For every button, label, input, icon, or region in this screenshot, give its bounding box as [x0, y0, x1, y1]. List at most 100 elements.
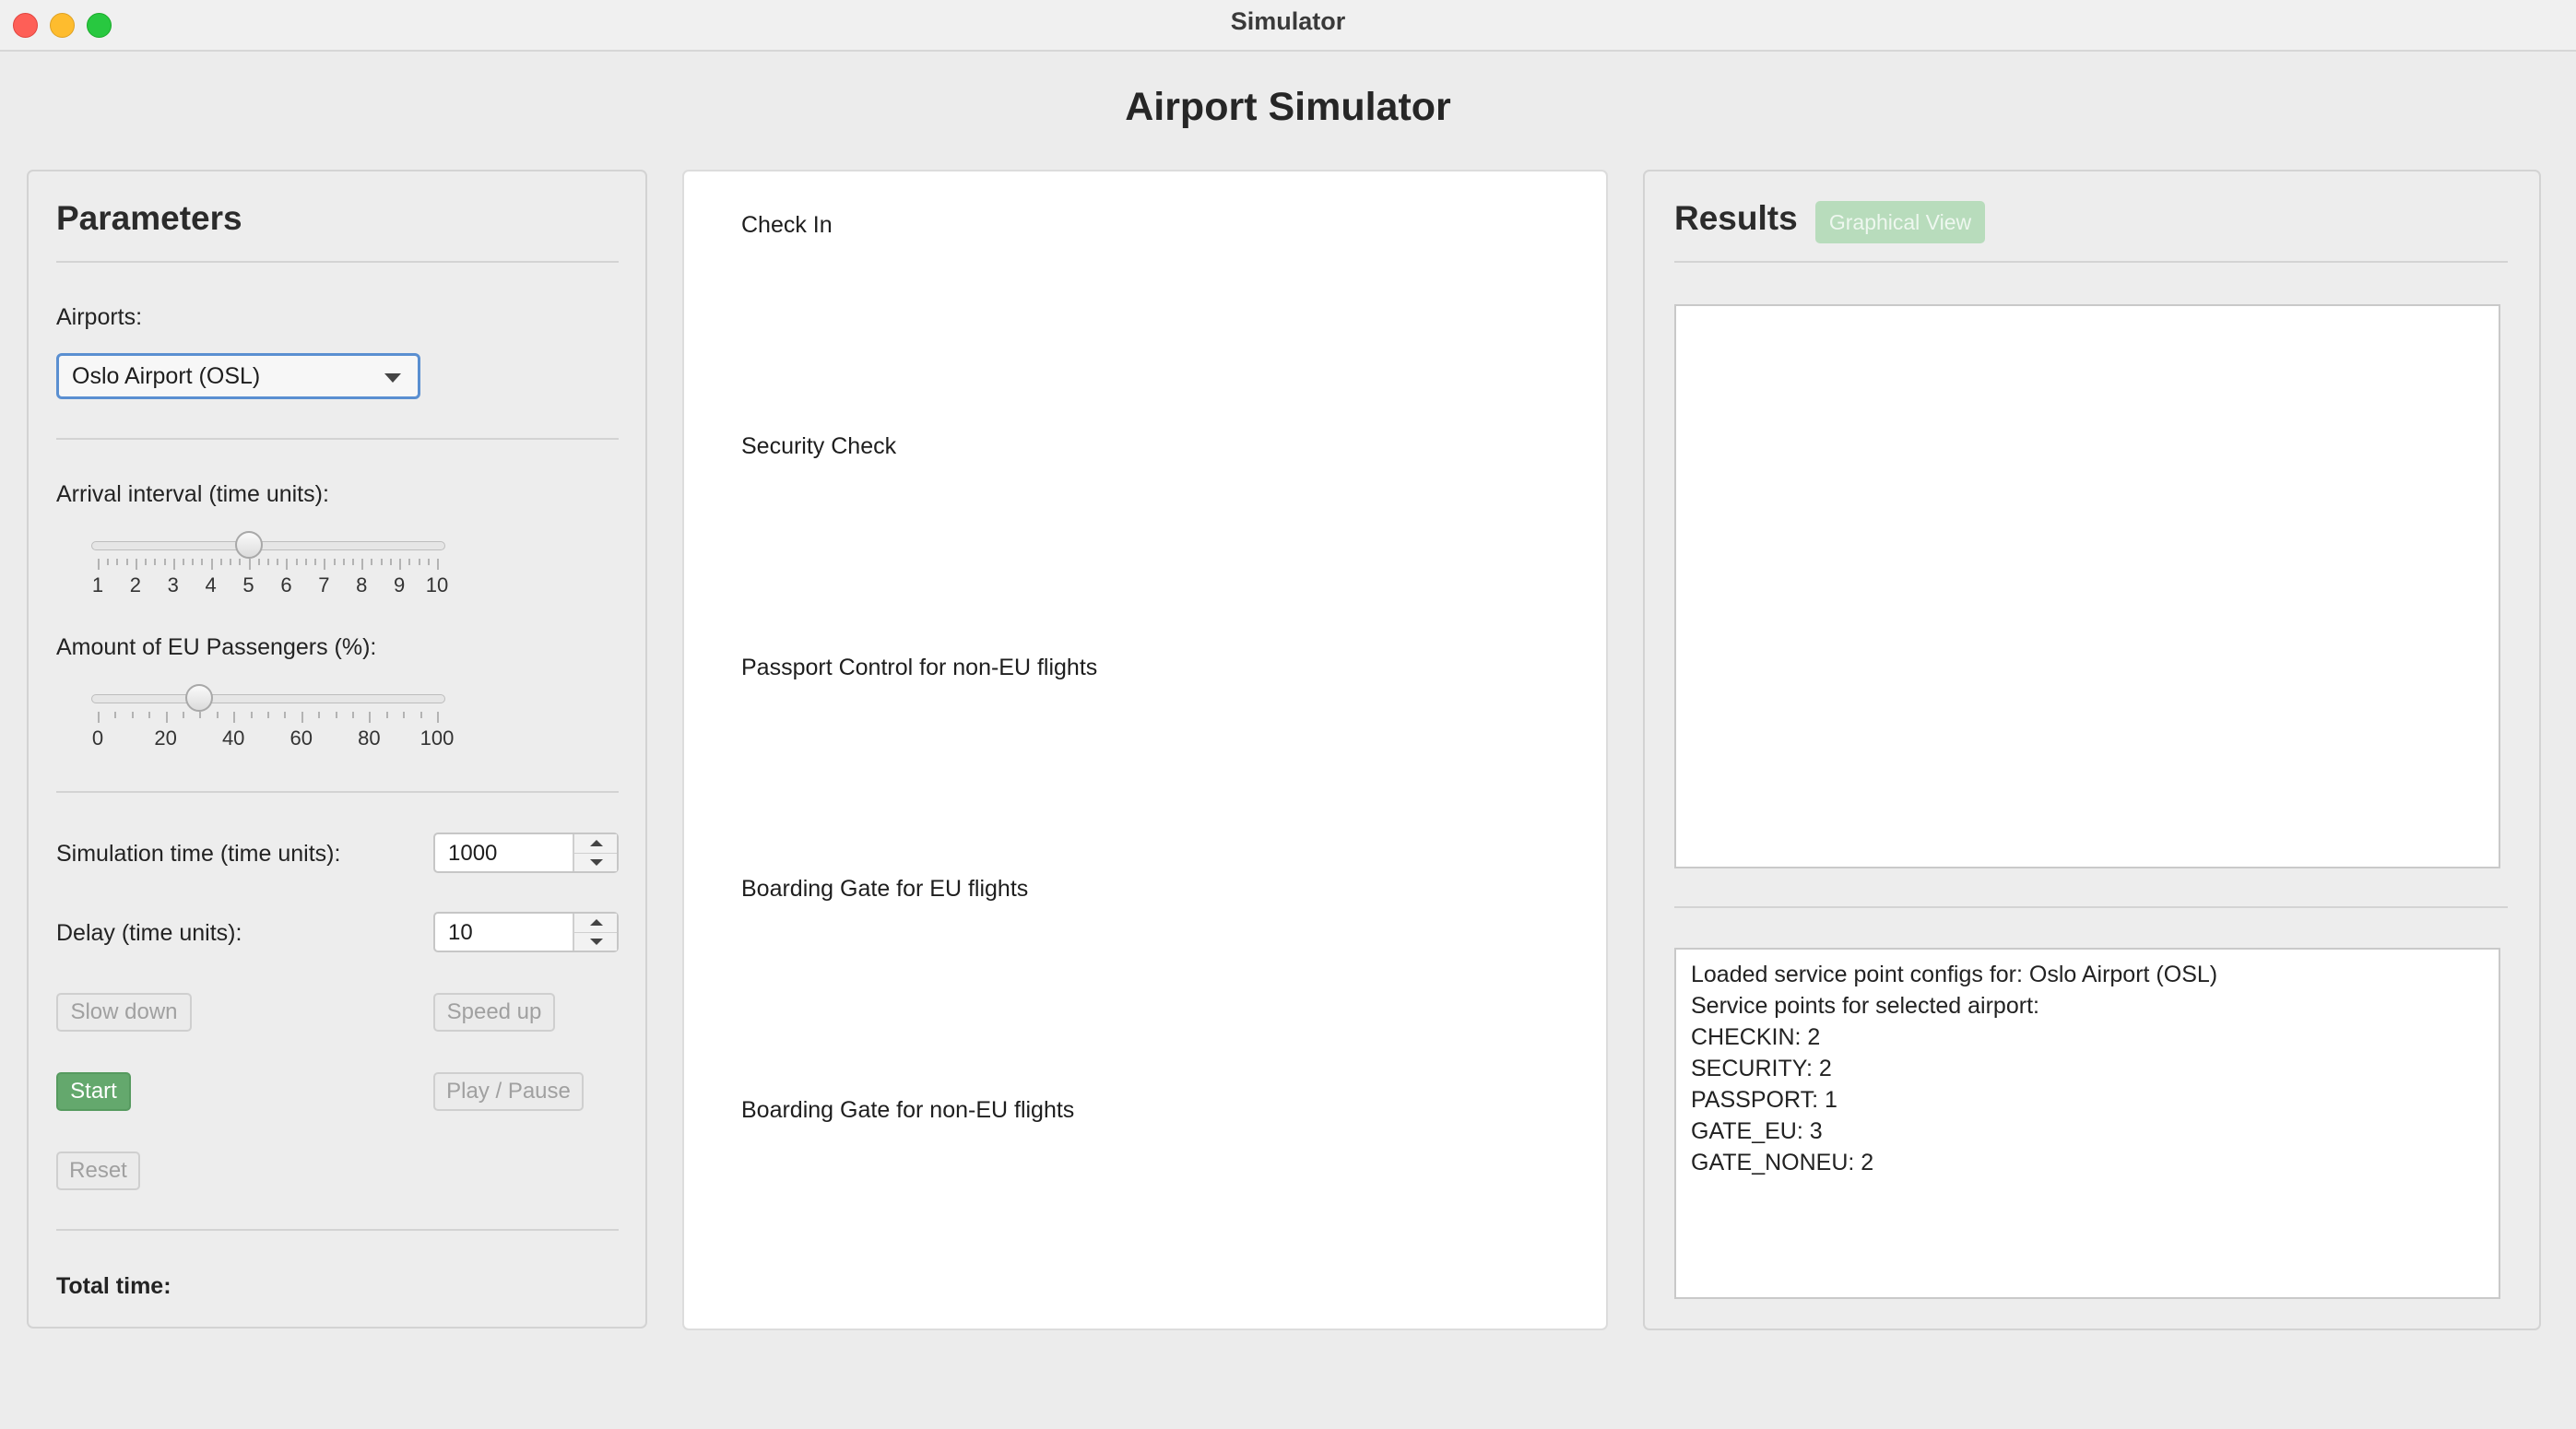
chevron-down-icon: [384, 373, 401, 383]
stage-security-check: Security Check: [741, 433, 897, 459]
increment-arrow-icon[interactable]: [574, 834, 617, 853]
simulation-view-panel: Check In Security Check Passport Control…: [682, 170, 1608, 1330]
slider-minor-tick: [427, 559, 430, 565]
divider: [1674, 906, 2508, 908]
slider-thumb[interactable]: [185, 684, 214, 712]
slider-major-tick: [248, 559, 251, 570]
decrement-arrow-icon[interactable]: [574, 932, 617, 951]
slider-minor-tick: [230, 559, 232, 565]
slider-minor-tick: [403, 712, 406, 718]
airports-label: Airports:: [56, 304, 143, 330]
airport-select-value: Oslo Airport (OSL): [72, 363, 261, 389]
log-line: PASSPORT: 1: [1691, 1087, 1837, 1113]
stage-passport-control: Passport Control for non-EU flights: [741, 655, 1098, 680]
slider-minor-tick: [201, 559, 204, 565]
eu-passengers-slider[interactable]: 0 20 40 60 80 100: [56, 675, 462, 750]
log-line: GATE_EU: 3: [1691, 1118, 1823, 1144]
slider-major-tick: [98, 712, 100, 723]
parameters-title: Parameters: [56, 199, 242, 237]
log-line: Service points for selected airport:: [1691, 993, 2039, 1019]
graphical-view-button[interactable]: Graphical View: [1815, 201, 1985, 243]
stage-gate-eu: Boarding Gate for EU flights: [741, 876, 1029, 902]
arrival-interval-slider[interactable]: 1 2 3 4 5 6 7 8 9 10: [56, 522, 462, 596]
slider-minor-tick: [219, 559, 222, 565]
slider-tick-label: 0: [91, 726, 104, 750]
slider-tick-label: 40: [221, 726, 245, 750]
slider-minor-tick: [257, 559, 260, 565]
slider-minor-tick: [192, 559, 195, 565]
slider-tick-label: 60: [290, 726, 313, 750]
slider-minor-tick: [418, 559, 420, 565]
slider-minor-tick: [352, 712, 354, 718]
slider-minor-tick: [107, 559, 110, 565]
slider-minor-tick: [131, 712, 134, 718]
slider-minor-tick: [371, 559, 373, 565]
slider-minor-tick: [408, 559, 411, 565]
play-pause-button[interactable]: Play / Pause: [433, 1072, 584, 1111]
slider-minor-tick: [267, 559, 269, 565]
results-title: Results: [1674, 199, 1798, 237]
slider-minor-tick: [183, 712, 184, 718]
decrement-arrow-icon[interactable]: [574, 853, 617, 872]
slider-minor-tick: [116, 559, 119, 565]
slider-major-tick: [361, 559, 364, 570]
slider-minor-tick: [419, 712, 422, 718]
log-text-area[interactable]: Loaded service point configs for: Oslo A…: [1674, 948, 2500, 1299]
slider-major-tick: [324, 559, 326, 570]
slider-minor-tick: [389, 559, 392, 565]
slider-major-tick: [437, 712, 439, 723]
simulation-time-input[interactable]: 1000: [448, 841, 497, 867]
slider-minor-tick: [352, 559, 354, 565]
simulation-time-label: Simulation time (time units):: [56, 841, 341, 867]
slider-minor-tick: [284, 712, 287, 718]
slider-minor-tick: [304, 559, 307, 565]
slider-major-tick: [399, 559, 402, 570]
results-panel: Results Graphical View Loaded service po…: [1643, 170, 2541, 1330]
slider-major-tick: [172, 559, 175, 570]
slider-major-tick: [437, 559, 439, 570]
slider-minor-tick: [114, 712, 117, 718]
divider: [56, 261, 619, 263]
slider-minor-tick: [333, 559, 336, 565]
slider-minor-tick: [145, 559, 148, 565]
slider-minor-tick: [239, 559, 242, 565]
slider-major-tick: [135, 559, 137, 570]
speed-up-button[interactable]: Speed up: [433, 993, 555, 1032]
slider-major-tick: [233, 712, 236, 723]
slider-minor-tick: [335, 712, 337, 718]
slow-down-button[interactable]: Slow down: [56, 993, 192, 1032]
slider-tick-label: 10: [425, 573, 449, 596]
slider-minor-tick: [380, 559, 383, 565]
divider: [56, 1229, 619, 1231]
divider: [1674, 261, 2508, 263]
slider-minor-tick: [318, 712, 321, 718]
stage-check-in: Check In: [741, 212, 833, 238]
slider-thumb[interactable]: [234, 531, 263, 559]
airport-select[interactable]: Oslo Airport (OSL): [56, 353, 420, 399]
slider-track[interactable]: [91, 541, 445, 550]
slider-minor-tick: [385, 712, 388, 718]
simulation-time-spinner[interactable]: 1000: [433, 833, 619, 873]
eu-passengers-label: Amount of EU Passengers (%):: [56, 634, 377, 660]
delay-spinner[interactable]: 10: [433, 912, 619, 952]
results-output-area: [1674, 304, 2500, 868]
slider-major-tick: [369, 712, 372, 723]
log-line: SECURITY: 2: [1691, 1056, 1832, 1081]
slider-tick-label: 100: [419, 726, 455, 750]
slider-major-tick: [210, 559, 213, 570]
slider-major-tick: [301, 712, 303, 723]
slider-track[interactable]: [91, 694, 445, 703]
slider-minor-tick: [342, 559, 345, 565]
spinner-buttons: [573, 914, 617, 951]
arrival-interval-label: Arrival interval (time units):: [56, 481, 329, 507]
delay-input[interactable]: 10: [448, 920, 473, 946]
increment-arrow-icon[interactable]: [574, 914, 617, 932]
stage-gate-non-eu: Boarding Gate for non-EU flights: [741, 1097, 1075, 1123]
log-line: GATE_NONEU: 2: [1691, 1150, 1874, 1175]
slider-major-tick: [165, 712, 168, 723]
divider: [56, 791, 619, 793]
log-line: Loaded service point configs for: Oslo A…: [1691, 962, 2218, 987]
slider-minor-tick: [295, 559, 298, 565]
start-button[interactable]: Start: [56, 1072, 131, 1111]
reset-button[interactable]: Reset: [56, 1151, 140, 1190]
